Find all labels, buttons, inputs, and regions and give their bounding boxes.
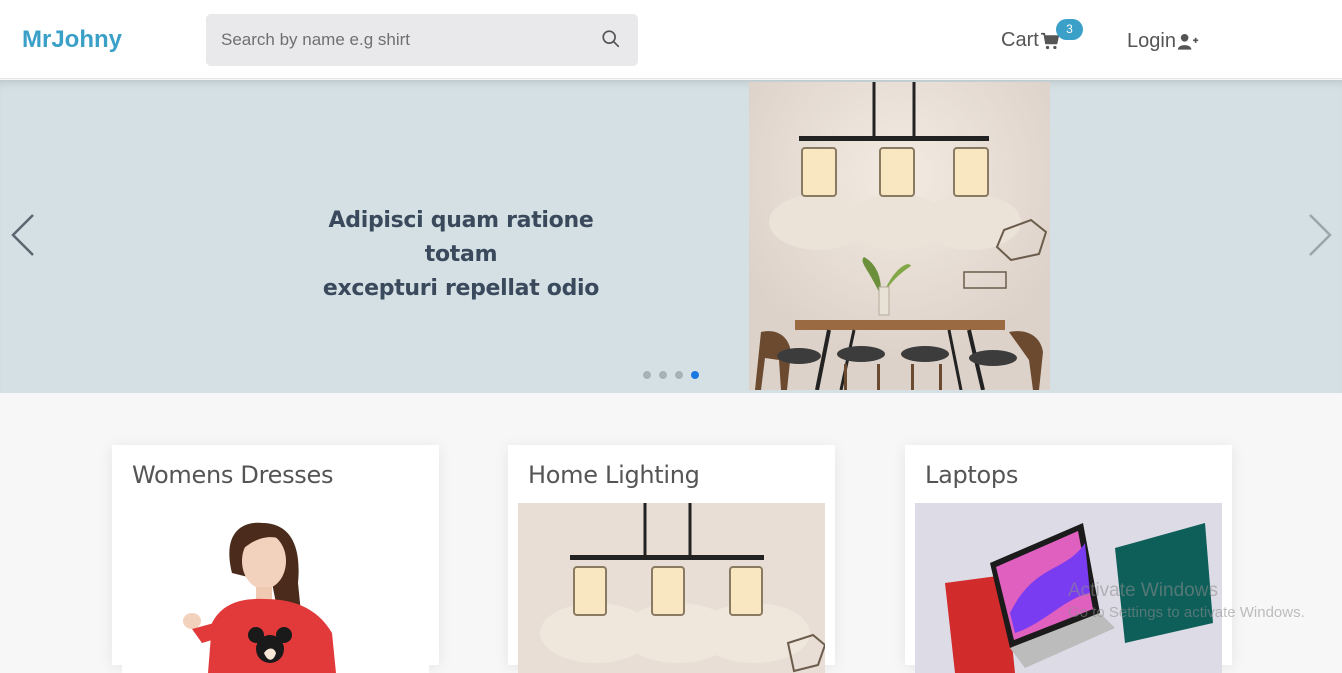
- login-label: Login: [1127, 30, 1176, 52]
- carousel-next-arrow-icon[interactable]: [1306, 212, 1334, 258]
- woman-image: [122, 503, 429, 673]
- user-plus-icon: [1177, 33, 1199, 50]
- windows-activation-watermark: Activate Windows: [1068, 580, 1218, 601]
- pendant-lamp-image: [749, 82, 1050, 390]
- carousel-dot-4[interactable]: [691, 371, 699, 379]
- carousel-indicators: [643, 371, 699, 379]
- carousel-prev-arrow-icon[interactable]: [9, 212, 37, 258]
- brand-logo[interactable]: MrJohny: [22, 26, 122, 54]
- category-card-home-lighting[interactable]: Home Lighting: [508, 445, 835, 673]
- top-navbar: MrJohny Cart 3 Login: [0, 0, 1342, 79]
- search-icon[interactable]: [600, 28, 622, 50]
- cart-count-badge: 3: [1056, 19, 1083, 40]
- carousel-dot-3[interactable]: [675, 371, 683, 379]
- hero-carousel: Adipisci quam ratione totam excepturi re…: [0, 80, 1342, 393]
- login-link[interactable]: Login: [1127, 30, 1199, 53]
- carousel-dot-2[interactable]: [659, 371, 667, 379]
- carousel-caption: Adipisci quam ratione totam excepturi re…: [300, 204, 622, 306]
- pendant-lamp-image: [518, 503, 825, 673]
- card-title: Womens Dresses: [132, 461, 334, 489]
- cart-link[interactable]: Cart 3: [1001, 19, 1083, 52]
- caption-line-2: excepturi repellat odio: [322, 276, 600, 301]
- caption-line-1: Adipisci quam ratione totam: [328, 208, 594, 267]
- card-title: Laptops: [925, 461, 1019, 489]
- card-title: Home Lighting: [528, 461, 700, 489]
- search-input[interactable]: [206, 14, 586, 66]
- carousel-dot-1[interactable]: [643, 371, 651, 379]
- windows-activation-hint: Go to Settings to activate Windows.: [1068, 604, 1305, 621]
- category-card-womens-dresses[interactable]: Womens Dresses: [112, 445, 439, 673]
- search-box: [206, 14, 638, 66]
- cart-label: Cart: [1001, 29, 1039, 51]
- category-card-laptops[interactable]: Laptops: [905, 445, 1232, 673]
